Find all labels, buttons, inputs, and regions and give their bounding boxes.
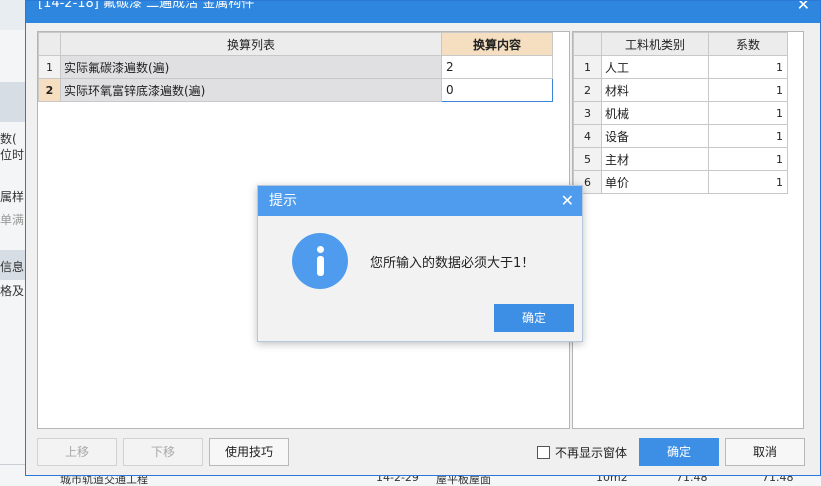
row-index: 3 (573, 101, 602, 125)
row-coefficient[interactable]: 1 (708, 124, 788, 148)
table-header-row: 换算列表 换算内容 (38, 32, 553, 56)
move-up-button[interactable]: 上移 (37, 438, 117, 466)
table-row[interactable]: 6 单价 1 (573, 170, 788, 194)
bg-fragment-6: 格及 (0, 284, 25, 298)
table-row[interactable]: 3 机械 1 (573, 101, 788, 125)
no-show-again-checkbox[interactable] (537, 445, 550, 459)
row-category: 材料 (601, 78, 709, 102)
bg-fragment-3: 属样 (0, 190, 25, 204)
row-name: 实际氟碳漆遍数(遍) (60, 55, 442, 79)
dialog-title: [14-2-18] 氟碳漆 二遍成活 金属构件 (38, 1, 255, 11)
row-coefficient[interactable]: 1 (708, 147, 788, 171)
conversion-table: 换算列表 换算内容 1 实际氟碳漆遍数(遍) 2 2 实际环氧富锌底漆遍数(遍)… (38, 32, 553, 102)
prompt-title-bar: 提示 ✕ (258, 186, 582, 216)
table-row[interactable]: 5 主材 1 (573, 147, 788, 171)
row-coefficient[interactable]: 1 (708, 170, 788, 194)
row-index: 1 (573, 55, 602, 79)
usage-tips-button[interactable]: 使用技巧 (209, 438, 289, 466)
row-category: 人工 (601, 55, 709, 79)
row-coefficient[interactable]: 1 (708, 55, 788, 79)
bg-fragment-1: 数( (0, 132, 17, 146)
column-header-category: 工料机类别 (601, 32, 709, 56)
row-category: 主材 (601, 147, 709, 171)
close-icon[interactable]: ✕ (561, 186, 574, 216)
prompt-title: 提示 (269, 193, 297, 209)
material-coefficient-table: 工料机类别 系数 1 人工 1 2 材料 1 3 机械 1 4 设备 1 5 主… (573, 32, 788, 194)
row-name: 实际环氧富锌底漆遍数(遍) (60, 78, 442, 102)
row-index: 2 (573, 78, 602, 102)
row-index: 2 (38, 78, 61, 102)
prompt-dialog: 提示 ✕ 您所输入的数据必须大于1！ 确定 (257, 185, 583, 342)
row-category: 单价 (601, 170, 709, 194)
table-row[interactable]: 1 人工 1 (573, 55, 788, 79)
row-category: 机械 (601, 101, 709, 125)
dialog-title-bar: [14-2-18] 氟碳漆 二遍成活 金属构件 ✕ (26, 1, 820, 23)
close-icon[interactable]: ✕ (797, 1, 810, 13)
bg-fragment-5: 信息 (0, 260, 25, 274)
bg-fragment-4: 单满 (0, 213, 25, 227)
column-header-content: 换算内容 (441, 32, 553, 56)
move-down-button[interactable]: 下移 (123, 438, 203, 466)
row-coefficient[interactable]: 1 (708, 101, 788, 125)
table-corner (38, 32, 61, 56)
info-icon (292, 233, 348, 289)
row-index: 1 (38, 55, 61, 79)
table-row[interactable]: 2 实际环氧富锌底漆遍数(遍) 0 (38, 78, 553, 102)
no-show-again-label: 不再显示窗体 (555, 445, 628, 460)
row-value-input[interactable]: 0 (441, 78, 553, 102)
table-header-row: 工料机类别 系数 (573, 32, 788, 56)
bg-fragment-2: 位时 (0, 148, 25, 162)
no-show-again-option[interactable]: 不再显示窗体 (537, 444, 627, 460)
prompt-message: 您所输入的数据必须大于1！ (370, 256, 535, 271)
table-row[interactable]: 4 设备 1 (573, 124, 788, 148)
table-row[interactable]: 2 材料 1 (573, 78, 788, 102)
row-coefficient[interactable]: 1 (708, 78, 788, 102)
row-index: 4 (573, 124, 602, 148)
cancel-button[interactable]: 取消 (725, 438, 805, 466)
table-row[interactable]: 1 实际氟碳漆遍数(遍) 2 (38, 55, 553, 79)
column-header-coefficient: 系数 (708, 32, 788, 56)
ok-button[interactable]: 确定 (639, 438, 719, 466)
material-coefficient-panel: 工料机类别 系数 1 人工 1 2 材料 1 3 机械 1 4 设备 1 5 主… (572, 31, 804, 429)
column-header-list: 换算列表 (60, 32, 442, 56)
row-category: 设备 (601, 124, 709, 148)
row-index: 5 (573, 147, 602, 171)
table-corner (573, 32, 602, 56)
row-value-input[interactable]: 2 (441, 55, 553, 79)
prompt-ok-button[interactable]: 确定 (494, 304, 574, 332)
